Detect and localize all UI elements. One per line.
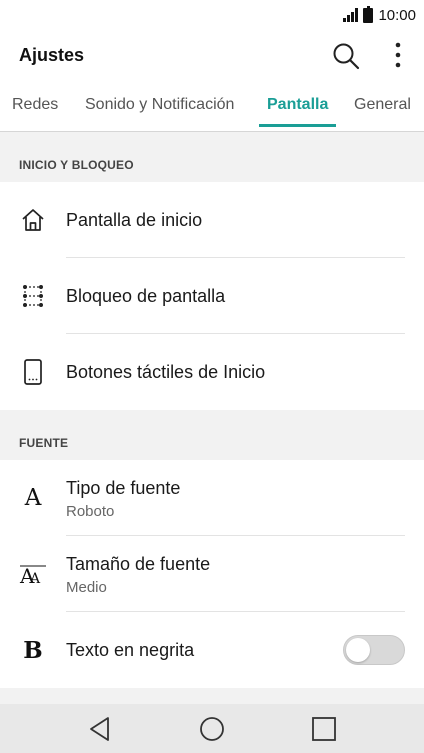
settings-item-tamano-fuente[interactable]: A A Tamaño de fuente Medio <box>0 536 424 612</box>
signal-icon <box>343 8 359 22</box>
settings-item-botones-tactiles[interactable]: Botones táctiles de Inicio <box>0 334 424 410</box>
search-icon[interactable] <box>331 41 361 71</box>
back-icon[interactable] <box>86 715 114 743</box>
more-vert-icon[interactable] <box>386 41 410 71</box>
home-icon <box>22 209 44 231</box>
section-title: FUENTE <box>19 436 69 450</box>
settings-item-label: Pantalla de inicio <box>66 210 203 230</box>
group-fuente: A Tipo de fuente Roboto A A Tamaño de fu… <box>0 460 424 688</box>
lock-pattern-icon <box>23 285 43 307</box>
phone-touch-buttons-icon <box>24 359 42 385</box>
settings-item-tipo-fuente[interactable]: A Tipo de fuente Roboto <box>0 460 424 536</box>
settings-item-value: Roboto <box>66 503 115 520</box>
settings-item-pantalla-inicio[interactable]: Pantalla de inicio <box>0 182 424 258</box>
bold-text-toggle[interactable] <box>343 635 405 665</box>
settings-item-label: Botones táctiles de Inicio <box>66 362 266 382</box>
section-title: INICIO Y BLOQUEO <box>19 158 134 172</box>
recents-icon[interactable] <box>310 715 338 743</box>
svg-text:A: A <box>29 571 41 587</box>
section-header-fuente: FUENTE <box>0 410 424 460</box>
font-size-icon: A A <box>19 564 46 588</box>
bold-text-icon: B <box>23 636 43 664</box>
page-title: Ajustes <box>19 45 85 65</box>
section-header-inicio-bloqueo: INICIO Y BLOQUEO <box>0 132 424 182</box>
settings-item-label: Texto en negrita <box>66 640 195 660</box>
tab-pantalla[interactable]: Pantalla <box>267 96 328 114</box>
tab-active-indicator <box>259 124 336 127</box>
tab-general[interactable]: General <box>354 96 411 114</box>
settings-item-label: Tipo de fuente <box>66 478 181 498</box>
app-header: Ajustes Redes Sonido y Notificación Pant… <box>0 30 424 132</box>
system-nav-bar <box>0 704 424 753</box>
status-bar: 10:00 <box>0 0 424 30</box>
settings-item-value: Medio <box>66 579 107 596</box>
settings-item-texto-negrita[interactable]: B Texto en negrita <box>0 612 424 688</box>
group-inicio-bloqueo: Pantalla de inicio Bloqueo de pantalla B… <box>0 182 424 410</box>
tab-bar: Redes Sonido y Notificación Pantalla Gen… <box>0 92 424 132</box>
settings-item-label: Tamaño de fuente <box>66 554 211 574</box>
status-time: 10:00 <box>378 6 416 24</box>
home-circle-icon[interactable] <box>198 715 226 743</box>
toggle-knob <box>346 638 370 662</box>
battery-icon <box>363 5 374 23</box>
settings-item-label: Bloqueo de pantalla <box>66 286 226 306</box>
status-icons: 10:00 <box>343 5 416 24</box>
tab-sonido-notificacion[interactable]: Sonido y Notificación <box>85 96 234 114</box>
settings-item-bloqueo-pantalla[interactable]: Bloqueo de pantalla <box>0 258 424 334</box>
tab-redes[interactable]: Redes <box>12 96 58 114</box>
font-type-icon: A <box>24 485 42 511</box>
